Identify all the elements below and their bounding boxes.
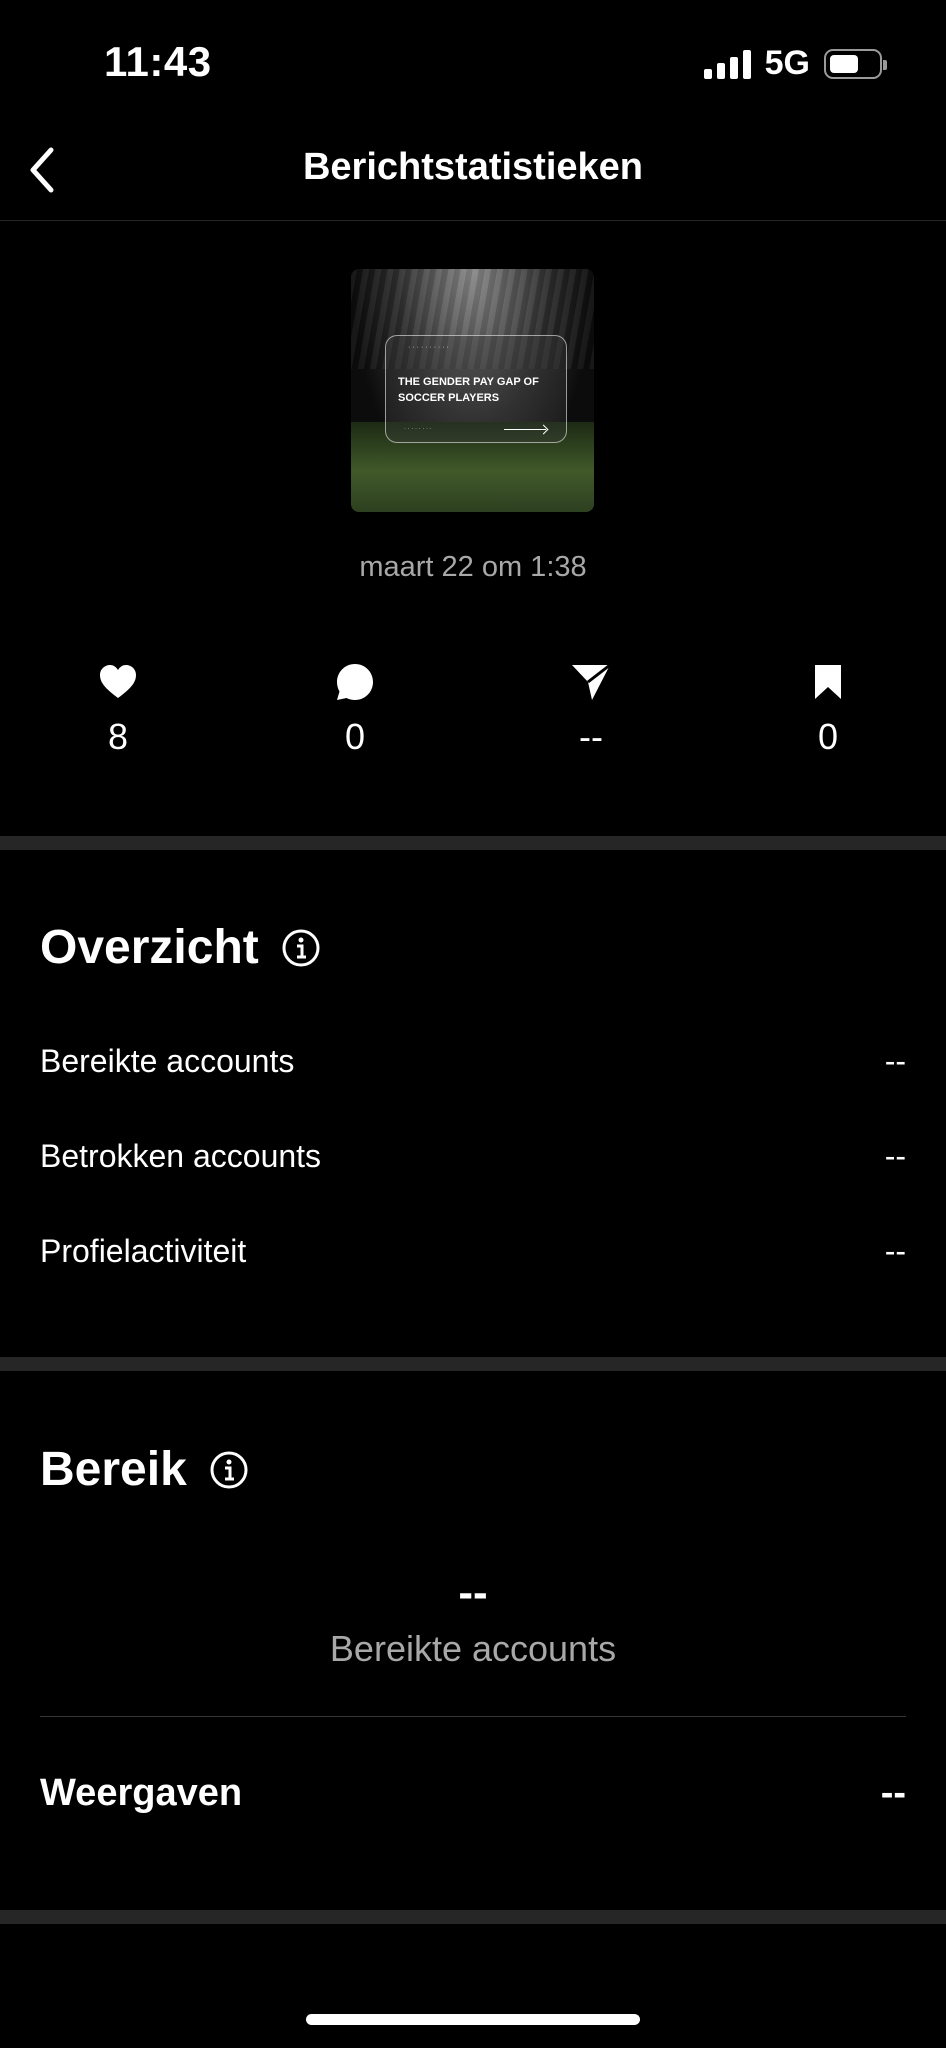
row-label: Profielactiviteit bbox=[40, 1233, 247, 1269]
shares-stat: -- bbox=[491, 660, 691, 758]
overview-row[interactable]: Bereikte accounts -- bbox=[40, 1043, 906, 1080]
section-divider bbox=[0, 1910, 946, 1924]
post-date: maart 22 om 1:38 bbox=[359, 551, 587, 583]
section-divider bbox=[0, 836, 946, 850]
views-value: -- bbox=[880, 1772, 906, 1814]
info-icon[interactable] bbox=[281, 928, 321, 968]
home-indicator[interactable] bbox=[306, 2014, 640, 2025]
likes-stat: 8 bbox=[18, 660, 218, 758]
row-label: Betrokken accounts bbox=[40, 1138, 322, 1174]
row-value: -- bbox=[884, 1043, 906, 1079]
overview-row[interactable]: Profielactiviteit -- bbox=[40, 1233, 906, 1270]
shares-count: -- bbox=[579, 716, 603, 757]
share-icon bbox=[572, 663, 611, 700]
engagement-stats: 8 0 -- 0 bbox=[0, 660, 946, 770]
bookmark-icon bbox=[815, 665, 841, 699]
reach-label: Bereikte accounts bbox=[329, 1628, 617, 1669]
status-bar: 11:43 5G bbox=[0, 0, 946, 120]
overview-row[interactable]: Betrokken accounts -- bbox=[40, 1138, 906, 1175]
reach-separator bbox=[40, 1716, 906, 1717]
row-value: -- bbox=[884, 1233, 906, 1269]
signal-icon bbox=[703, 49, 751, 79]
thumbnail-card: · · · · · · · · · · THE GENDER PAY GAP O… bbox=[385, 335, 567, 443]
comment-icon bbox=[337, 664, 373, 700]
row-value: -- bbox=[884, 1138, 906, 1174]
status-indicators: 5G bbox=[703, 44, 887, 83]
post-thumbnail[interactable]: · · · · · · · · · · THE GENDER PAY GAP O… bbox=[351, 269, 594, 512]
likes-count: 8 bbox=[107, 716, 129, 757]
overview-title: Overzicht bbox=[40, 921, 259, 974]
status-time: 11:43 bbox=[104, 38, 212, 85]
thumbnail-small-text: · · · · · · · · · · bbox=[408, 344, 449, 351]
thumbnail-title: THE GENDER PAY GAP OF SOCCER PLAYERS bbox=[398, 376, 539, 404]
comments-stat: 0 bbox=[255, 660, 455, 758]
thumbnail-footer: · · · · · · · · bbox=[404, 426, 432, 432]
nav-header: Berichtstatistieken bbox=[0, 120, 946, 221]
network-type: 5G bbox=[764, 44, 810, 82]
saves-count: 0 bbox=[817, 716, 839, 757]
thumbnail-arrow-icon bbox=[504, 429, 546, 430]
reach-value: -- bbox=[458, 1568, 488, 1617]
views-row[interactable]: Weergaven -- bbox=[40, 1772, 906, 1815]
info-icon[interactable] bbox=[209, 1450, 249, 1490]
overview-section-title: Overzicht bbox=[40, 920, 321, 975]
page-title: Berichtstatistieken bbox=[302, 146, 643, 188]
reach-title: Bereik bbox=[40, 1443, 187, 1496]
views-label: Weergaven bbox=[40, 1772, 243, 1814]
heart-icon bbox=[100, 665, 136, 698]
reach-section-title: Bereik bbox=[40, 1442, 249, 1497]
saves-stat: 0 bbox=[728, 660, 928, 758]
row-label: Bereikte accounts bbox=[40, 1043, 295, 1079]
battery-icon bbox=[824, 48, 887, 79]
section-divider bbox=[0, 1357, 946, 1371]
comments-count: 0 bbox=[344, 716, 366, 757]
